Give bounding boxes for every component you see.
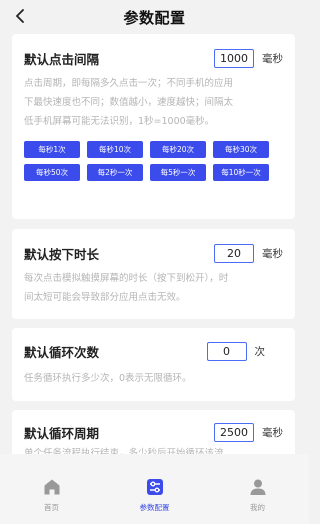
loop-period-desc-line: 单个任务流程执行结束，多少秒后开始循环该流 <box>24 448 224 454</box>
preset-20-per-sec-button[interactable]: 每秒20次 <box>150 141 206 158</box>
preset-30-per-sec-button[interactable]: 每秒30次 <box>213 141 269 158</box>
click-interval-desc-line: 低手机屏幕可能无法识别，1秒=1000毫秒。 <box>24 116 215 127</box>
preset-10-per-sec-button[interactable]: 每秒10次 <box>87 141 143 158</box>
loop-count-title: 默认循环次数 <box>24 344 100 360</box>
press-duration-input[interactable] <box>214 243 254 263</box>
loop-period-title: 默认循环周期 <box>24 425 100 441</box>
click-interval-title: 默认点击间隔 <box>24 51 100 67</box>
loop-period-card: 默认循环周期 毫秒 单个任务流程执行结束，多少秒后开始循环该流 <box>12 410 295 454</box>
settings-sliders-icon <box>144 476 166 498</box>
person-icon <box>247 476 269 498</box>
press-duration-desc-line: 间太短可能会导致部分应用点击无效。 <box>24 292 186 303</box>
press-duration-card: 默认按下时长 毫秒 每次点击模拟触摸屏幕的时长（按下到松开），时 间太短可能会导… <box>12 229 295 319</box>
loop-period-input[interactable] <box>214 422 254 442</box>
tab-profile[interactable]: 我的 <box>218 476 298 513</box>
preset-every-2s-button[interactable]: 每2秒一次 <box>87 164 143 181</box>
header-bar: 参数配置 <box>0 0 309 34</box>
back-button[interactable] <box>10 6 30 26</box>
loop-count-input[interactable] <box>206 341 247 361</box>
press-duration-desc-line: 每次点击模拟触摸屏幕的时长（按下到松开），时 <box>24 273 229 284</box>
press-duration-unit: 毫秒 <box>262 247 283 260</box>
tab-settings-label: 参数配置 <box>139 503 170 512</box>
click-interval-input[interactable] <box>214 48 254 68</box>
tab-settings[interactable]: 参数配置 <box>115 476 195 513</box>
preset-every-10s-button[interactable]: 每10秒一次 <box>213 164 269 181</box>
settings-scroll-area[interactable]: 默认点击间隔 毫秒 点击周期，即每隔多久点击一次；不同手机的应用 下最快速度也不… <box>0 34 309 454</box>
click-interval-unit: 毫秒 <box>262 52 283 65</box>
click-interval-desc-line: 点击周期，即每隔多久点击一次；不同手机的应用 <box>24 78 234 89</box>
bottom-tab-bar: 首页 参数配置 我的 <box>0 454 309 524</box>
loop-count-card: 默认循环次数 次 任务循环执行多少次，0表示无限循环。 <box>12 328 295 401</box>
loop-period-unit: 毫秒 <box>262 426 283 439</box>
tab-home-label: 首页 <box>44 503 59 512</box>
chevron-left-icon <box>16 9 24 23</box>
preset-button-grid: 每秒1次 每秒10次 每秒20次 每秒30次 每秒50次 每2秒一次 每5秒一次… <box>24 141 283 181</box>
preset-50-per-sec-button[interactable]: 每秒50次 <box>24 164 80 181</box>
click-interval-desc-line: 下最快速度也不同；数值越小，速度越快；间隔太 <box>24 97 234 108</box>
loop-count-unit: 次 <box>254 345 266 358</box>
loop-count-desc-line: 任务循环执行多少次，0表示无限循环。 <box>24 373 192 384</box>
page-title: 参数配置 <box>123 8 186 27</box>
preset-every-5s-button[interactable]: 每5秒一次 <box>150 164 206 181</box>
press-duration-title: 默认按下时长 <box>24 246 100 262</box>
tab-profile-label: 我的 <box>250 503 265 512</box>
click-interval-card: 默认点击间隔 毫秒 点击周期，即每隔多久点击一次；不同手机的应用 下最快速度也不… <box>12 34 295 219</box>
home-icon <box>41 476 63 498</box>
tab-home[interactable]: 首页 <box>12 476 92 513</box>
preset-1-per-sec-button[interactable]: 每秒1次 <box>24 141 80 158</box>
